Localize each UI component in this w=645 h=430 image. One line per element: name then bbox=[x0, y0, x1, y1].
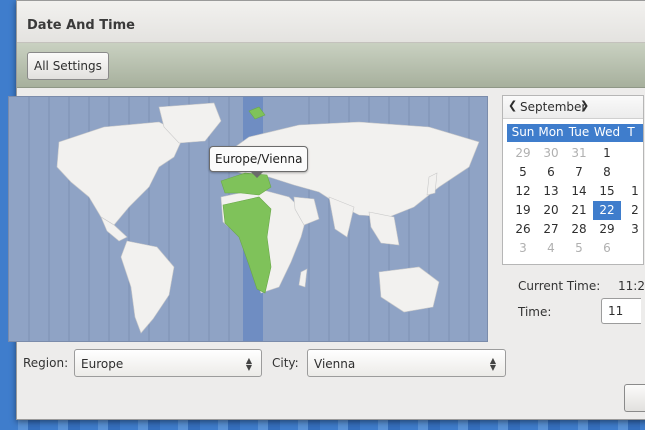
calendar-day[interactable]: 30 bbox=[537, 144, 565, 163]
region-value: Europe bbox=[81, 357, 124, 371]
weekday: Sun bbox=[511, 125, 535, 139]
calendar-day[interactable]: 29 bbox=[509, 144, 537, 163]
updown-arrow-icon: ▲ ▼ bbox=[489, 356, 497, 372]
calendar-day[interactable]: 8 bbox=[593, 163, 621, 182]
world-map bbox=[28, 97, 480, 341]
weekday-header: Sun Mon Tue Wed T bbox=[507, 124, 643, 142]
calendar-day[interactable]: 1 bbox=[593, 144, 621, 163]
calendar-day[interactable]: 3 bbox=[509, 239, 537, 258]
calendar-day[interactable]: 15 bbox=[593, 182, 621, 201]
region-combobox[interactable]: Europe ▲ ▼ bbox=[74, 349, 262, 377]
calendar-day-selected[interactable]: 22 bbox=[593, 201, 621, 220]
calendar-day[interactable]: 26 bbox=[509, 220, 537, 239]
title-bar[interactable]: Date And Time bbox=[17, 1, 645, 43]
calendar-day[interactable]: 1 bbox=[621, 182, 643, 201]
city-label: City: bbox=[272, 356, 299, 370]
calendar-header: ❮ September ❯ bbox=[503, 96, 643, 119]
calendar-day[interactable]: 31 bbox=[565, 144, 593, 163]
calendar-day[interactable]: 6 bbox=[593, 239, 621, 258]
calendar-day[interactable]: 6 bbox=[537, 163, 565, 182]
all-settings-button[interactable]: All Settings bbox=[27, 52, 109, 80]
time-hours-input[interactable]: 11 bbox=[601, 298, 641, 324]
calendar-day[interactable]: 2 bbox=[621, 201, 643, 220]
calendar-day[interactable]: 21 bbox=[565, 201, 593, 220]
calendar-day[interactable]: 13 bbox=[537, 182, 565, 201]
calendar-day[interactable]: 5 bbox=[565, 239, 593, 258]
current-time-value: 11:20 bbox=[618, 279, 645, 293]
calendar-day[interactable]: 28 bbox=[565, 220, 593, 239]
calendar-day[interactable]: 27 bbox=[537, 220, 565, 239]
weekday: Mon bbox=[538, 125, 564, 139]
calendar-day[interactable]: 14 bbox=[565, 182, 593, 201]
weekday: Tue bbox=[568, 125, 590, 139]
calendar-day[interactable]: 4 bbox=[537, 239, 565, 258]
calendar-day[interactable]: 29 bbox=[593, 220, 621, 239]
region-label: Region: bbox=[23, 356, 69, 370]
calendar-month: September bbox=[520, 100, 587, 114]
window-title: Date And Time bbox=[27, 18, 135, 33]
city-combobox[interactable]: Vienna ▲ ▼ bbox=[307, 349, 506, 377]
chevron-right-icon[interactable]: ❯ bbox=[580, 99, 589, 112]
time-label: Time: bbox=[518, 305, 552, 319]
timezone-tooltip: Europe/Vienna bbox=[209, 146, 309, 178]
current-time-label: Current Time: bbox=[518, 279, 601, 293]
weekday: T bbox=[627, 125, 635, 139]
calendar: ❮ September ❯ Sun Mon Tue Wed T 29 30 31… bbox=[502, 95, 644, 265]
calendar-day[interactable]: 5 bbox=[509, 163, 537, 182]
calendar-day[interactable]: 3 bbox=[621, 220, 643, 239]
updown-arrow-icon: ▲ ▼ bbox=[245, 356, 253, 372]
city-value: Vienna bbox=[314, 357, 356, 371]
calendar-day[interactable]: 12 bbox=[509, 182, 537, 201]
calendar-day[interactable]: 7 bbox=[565, 163, 593, 182]
toolbar: All Settings bbox=[17, 43, 645, 88]
dialog-button-partial[interactable] bbox=[624, 384, 645, 412]
timezone-map[interactable] bbox=[8, 96, 488, 342]
calendar-day[interactable]: 20 bbox=[537, 201, 565, 220]
chevron-left-icon[interactable]: ❮ bbox=[508, 99, 517, 112]
calendar-day[interactable]: 19 bbox=[509, 201, 537, 220]
